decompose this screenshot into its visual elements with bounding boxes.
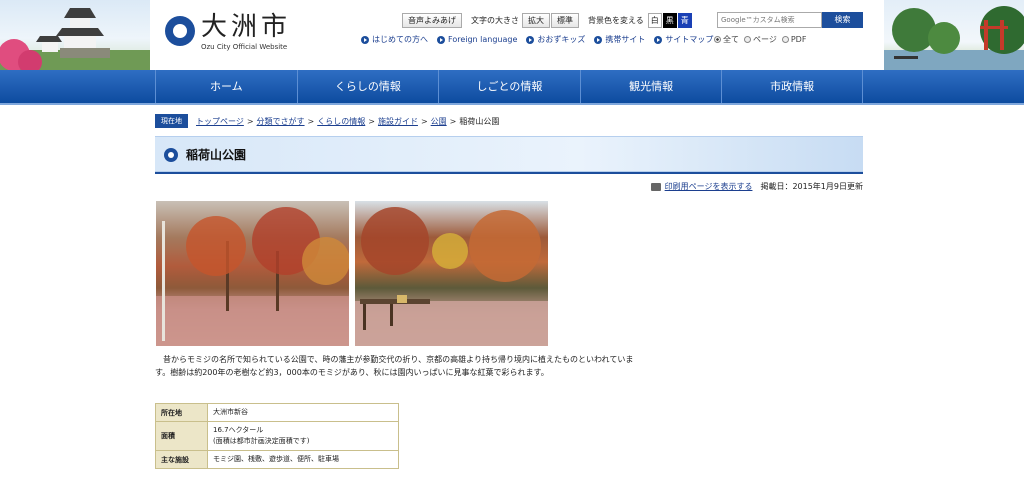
updated-date: 掲載日：2015年1月9日更新 [760,182,863,191]
header-river-image [884,0,1024,70]
breadcrumb-link[interactable]: 分類でさがす [257,116,305,127]
breadcrumb-tag: 現在地 [155,114,188,128]
row-value: モミジ園、桟敷、遊歩道、便所、駐車場 [207,450,399,469]
park-description: 昔からモミジの名所で知られている公園で、時の藩主が参勤交代の折り、京都の高雄より… [155,355,634,377]
radio-unchecked-icon [781,36,789,43]
link-label: 携帯サイト [605,35,646,44]
breadcrumb-link[interactable]: 公園 [431,116,447,127]
link-sitemap[interactable]: サイトマップ [654,34,713,45]
breadcrumb-separator: > [246,116,254,126]
search-scope-radios: 全て ページ PDF [714,34,811,45]
global-nav: ホーム くらしの情報 しごとの情報 観光情報 市政情報 [0,70,1024,105]
radio-checked-icon [714,36,721,43]
radio-pdf[interactable]: PDF [781,34,807,45]
arrow-circle-icon [526,35,535,44]
table-row: 面積 16.7ヘクタール (面積は都市計画決定面積です) [155,421,399,451]
radio-all[interactable]: 全て [714,34,739,45]
link-label: おおずキッズ [537,35,586,44]
page-title: 稲荷山公園 [186,148,247,162]
font-standard-button[interactable]: 標準 [551,12,579,28]
radio-label: 全て [723,35,739,44]
link-beginners[interactable]: はじめての方へ [361,34,428,45]
radio-page[interactable]: ページ [744,34,777,45]
site-header: 大洲市 Ozu City Official Website 音声よみあげ 文字の… [0,0,1024,70]
logo-mark-icon [165,16,195,46]
area-value: 16.7ヘクタール [213,426,264,434]
arrow-circle-icon [437,35,445,44]
breadcrumb-separator: > [420,116,428,126]
arrow-circle-icon [654,35,663,44]
bg-color-label: 背景色を変える [588,15,644,25]
breadcrumb-link[interactable]: 施設ガイド [378,116,418,127]
row-label: 所在地 [155,403,208,422]
park-photo-2 [355,201,548,346]
print-page-link[interactable]: 印刷用ページを表示する [665,181,753,192]
row-label: 面積 [155,421,208,451]
link-label: サイトマップ [665,35,714,44]
park-photo-1 [156,201,349,346]
link-foreign-language[interactable]: Foreign language [437,34,517,45]
search-box: 検索 [717,12,863,28]
font-size-label: 文字の大きさ [471,15,519,25]
breadcrumb-link[interactable]: トップページ [196,116,244,127]
search-button[interactable]: 検索 [822,12,863,28]
title-circle-icon [164,148,178,162]
nav-city-admin[interactable]: 市政情報 [721,70,863,103]
radio-label: ページ [753,35,777,44]
arrow-circle-icon [594,35,603,44]
breadcrumb-separator: > [449,116,457,126]
bg-blue-button[interactable]: 青 [677,12,692,28]
row-value: 16.7ヘクタール (面積は都市計画決定面積です) [207,421,399,451]
link-mobile-site[interactable]: 携帯サイト [594,34,645,45]
link-label: Foreign language [448,35,518,44]
search-button-label: 検索 [834,15,851,24]
breadcrumb-separator: > [368,116,375,126]
font-large-button[interactable]: 拡大 [522,12,550,28]
area-note: (面積は都市計画決定面積です) [213,437,310,445]
row-value: 大洲市新谷 [207,403,399,422]
nav-tourism[interactable]: 観光情報 [579,70,722,103]
radio-unchecked-icon [744,36,751,43]
title-underline [155,172,863,174]
radio-label: PDF [790,35,807,44]
nav-living[interactable]: くらしの情報 [296,70,439,103]
header-castle-image [0,0,150,70]
breadcrumb-separator: > [307,116,315,126]
bg-black-button[interactable]: 黒 [662,12,677,28]
nav-home[interactable]: ホーム [155,70,297,103]
logo-text: 大洲市 [201,12,292,42]
page-title-bar: 稲荷山公園 [155,136,863,172]
logo-subtitle: Ozu City Official Website [201,43,288,51]
link-label: はじめての方へ [372,35,428,44]
printer-icon [650,182,661,191]
nav-work[interactable]: しごとの情報 [438,70,580,103]
breadcrumb-current: 稲荷山公園 [459,116,500,126]
table-row: 所在地 大洲市新谷 [155,403,399,422]
breadcrumb-link[interactable]: くらしの情報 [317,116,365,127]
voice-read-button[interactable]: 音声よみあげ [402,12,462,28]
header-links: はじめての方へ Foreign language おおずキッズ 携帯サイト サイ… [361,34,722,45]
print-row: 印刷用ページを表示する 掲載日：2015年1月9日更新 [650,181,863,192]
search-input[interactable] [717,12,822,28]
park-info-table: 所在地 大洲市新谷 面積 16.7ヘクタール (面積は都市計画決定面積です) 主… [155,403,399,469]
arrow-circle-icon [361,35,369,44]
table-row: 主な施設 モミジ園、桟敷、遊歩道、便所、駐車場 [155,450,399,469]
link-kids[interactable]: おおずキッズ [526,34,585,45]
accessibility-tools: 音声よみあげ 文字の大きさ 拡大 標準 背景色を変える 白 黒 青 [402,12,692,28]
row-label: 主な施設 [155,450,208,469]
breadcrumb: 現在地 トップページ > 分類でさがす > くらしの情報 > 施設ガイド > 公園 > 稲… [155,114,499,128]
site-logo[interactable]: 大洲市 Ozu City Official Website [165,12,295,56]
bg-white-button[interactable]: 白 [647,12,662,28]
